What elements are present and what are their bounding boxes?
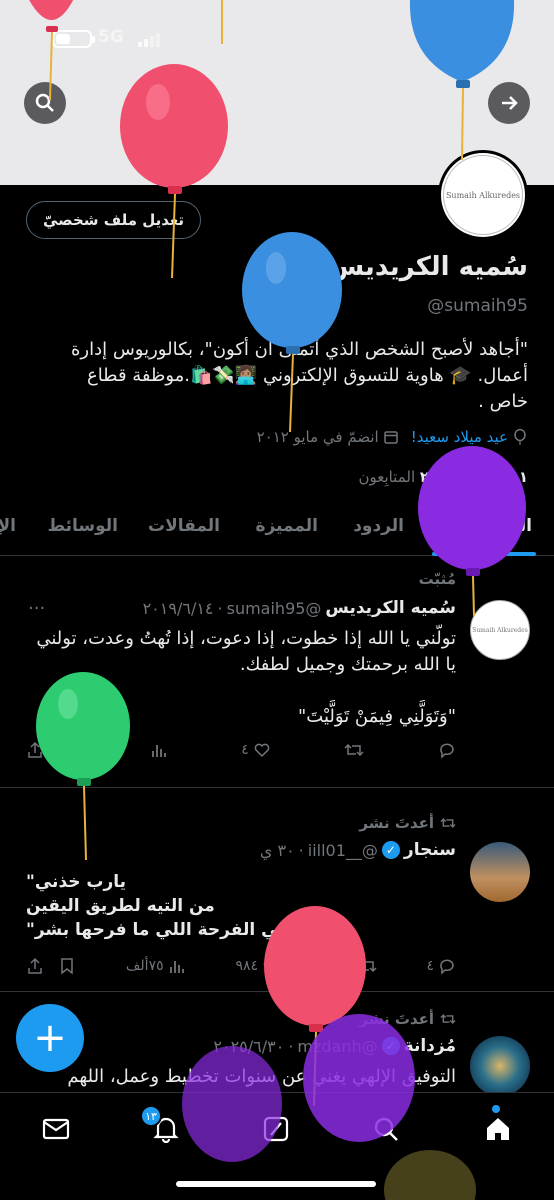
post-actions: ٤ xyxy=(26,738,456,762)
repost-count: ١٤٤ xyxy=(330,958,353,974)
verified-icon: ✓ xyxy=(381,1037,400,1055)
arrow-right-icon xyxy=(502,96,518,110)
post-date: ٢٠١٩/٦/١٤ xyxy=(142,598,214,618)
follow-stats: ٣٨١ متابَع ٢٨٩ المتابِعون xyxy=(358,468,528,486)
views-icon xyxy=(151,745,166,757)
followers-link[interactable]: ٢٨٩ المتابِعون xyxy=(358,468,447,486)
birthday-item[interactable]: عيد ميلاد سعيد! xyxy=(411,428,528,446)
post-handle: @sumaih95 xyxy=(226,598,322,618)
grok-icon xyxy=(263,1116,289,1142)
share-icon[interactable] xyxy=(26,741,44,759)
like-button[interactable]: ٤ xyxy=(241,741,271,759)
profile-bio: "أجاهد لأصبح الشخص الذي أتمنى أن أكون"، … xyxy=(70,339,528,412)
repost-label: أعدتَ نشر xyxy=(359,1010,434,1028)
balloon-icon xyxy=(514,429,526,445)
search-button[interactable] xyxy=(24,82,66,124)
repost-button[interactable]: ١٤٤ xyxy=(330,957,377,975)
views-button[interactable] xyxy=(150,741,168,759)
avatar[interactable] xyxy=(470,1036,530,1096)
profile-meta: عيد ميلاد سعيد! انضمّ في مايو ٢٠١٢ xyxy=(257,428,528,446)
verified-icon: ✓ xyxy=(381,841,400,859)
post-text: تولّني يا الله إذا خطوت، إذا دعوت، إذا ت… xyxy=(36,628,456,675)
repost-icon xyxy=(344,743,364,757)
repost-icon xyxy=(440,818,456,828)
heart-icon xyxy=(263,959,279,974)
nav-home[interactable] xyxy=(478,1109,518,1149)
post-handle: @__iill01 xyxy=(307,840,378,860)
post-text: التوفيق الإلهي يغني عن سنوات تخطيط وعمل،… xyxy=(67,1066,456,1087)
tab-likes[interactable]: الإ xyxy=(0,516,16,536)
tab-media[interactable]: الوسائط xyxy=(47,516,118,536)
profile-name: سُميه الكريديس xyxy=(328,252,528,282)
reply-icon xyxy=(440,959,454,975)
heart-icon xyxy=(254,743,270,758)
edit-profile-button[interactable]: تعديل ملف شخصيّ xyxy=(26,201,201,239)
bookmark-icon[interactable] xyxy=(58,741,76,759)
profile-handle: @sumaih95 xyxy=(427,296,528,316)
nav-search[interactable] xyxy=(366,1109,406,1149)
bookmark-icon[interactable] xyxy=(58,957,76,975)
repost-icon xyxy=(440,1014,456,1024)
home-icon xyxy=(487,1118,509,1140)
reply-button[interactable] xyxy=(438,741,456,759)
views-count: ٧٥ألف xyxy=(125,958,164,974)
nav-grok[interactable] xyxy=(256,1109,296,1149)
post-text: يارب خذني" من التيه لطريق اليقين واكتب ل… xyxy=(26,872,342,940)
joined-item: انضمّ في مايو ٢٠١٢ xyxy=(257,428,399,446)
back-button[interactable] xyxy=(488,82,530,124)
search-icon xyxy=(374,1117,398,1141)
tab-posts[interactable]: المنشورات xyxy=(441,516,532,536)
profile-avatar[interactable]: Sumaih Alkuredes xyxy=(438,150,528,240)
like-count: ٩٨٤ xyxy=(235,958,259,974)
repost-icon xyxy=(357,959,377,973)
more-icon[interactable]: ··· xyxy=(28,598,45,619)
post-repost[interactable]: أعدتَ نشر سنجار ✓ @__iill01 · ٣٠ ي يارب … xyxy=(0,788,554,992)
joined-label: انضمّ في مايو ٢٠١٢ xyxy=(256,428,379,446)
tab-articles[interactable]: المقالات xyxy=(148,516,220,536)
home-indicator xyxy=(176,1181,376,1187)
avatar[interactable]: Sumaih Alkuredes xyxy=(470,600,530,660)
birthday-label: عيد ميلاد سعيد! xyxy=(410,428,508,446)
views-button[interactable]: ٧٥ألف xyxy=(126,957,186,975)
post-author-name[interactable]: مُزدانة xyxy=(404,1036,456,1056)
post-pinned[interactable]: مُثبّت Sumaih Alkuredes سُميه الكريديس @… xyxy=(0,556,554,788)
mail-icon xyxy=(42,1118,70,1140)
battery-icon xyxy=(52,30,95,48)
following-link[interactable]: ٣٨١ متابَع xyxy=(466,468,528,486)
post-author-name[interactable]: سُميه الكريديس xyxy=(325,598,456,618)
plus-icon: + xyxy=(33,1015,67,1061)
pinned-label: مُثبّت xyxy=(418,570,456,588)
repost-button[interactable] xyxy=(344,741,364,759)
profile-tabs: المنشورات الردود المميزة المقالات الوسائ… xyxy=(0,504,554,556)
network-label: 5G xyxy=(98,27,124,47)
tab-highlights[interactable]: المميزة xyxy=(255,516,318,536)
home-unread-dot xyxy=(492,1105,500,1113)
search-icon xyxy=(35,93,54,112)
like-button[interactable]: ٩٨٤ xyxy=(236,957,281,975)
compose-button[interactable]: + xyxy=(16,1004,84,1072)
avatar-logo: Sumaih Alkuredes xyxy=(472,626,528,634)
reply-count: ٤ xyxy=(426,958,434,974)
signal-icon xyxy=(138,31,164,47)
post-date: ٣٠ ي xyxy=(259,840,295,860)
repost-label: أعدتَ نشر xyxy=(359,814,434,832)
nav-messages[interactable] xyxy=(36,1109,76,1149)
post-author-name[interactable]: سنجار xyxy=(404,840,456,860)
avatar[interactable] xyxy=(470,842,530,902)
reply-button[interactable]: ٤ xyxy=(426,957,456,975)
reply-icon xyxy=(440,743,454,759)
like-count: ٤ xyxy=(241,742,249,758)
tab-replies[interactable]: الردود xyxy=(353,516,404,536)
share-icon[interactable] xyxy=(26,957,44,975)
post-quote: "وَتَوَلَّنِي فِيمَنْ تَوَلَّيْتَ" xyxy=(298,706,456,727)
post-handle: @mzdanh xyxy=(297,1036,378,1056)
post-actions: ٤ ١٤٤ ٩٨٤ ٧٥ألف xyxy=(26,954,456,978)
avatar-logo: Sumaih Alkuredes xyxy=(443,155,523,235)
views-icon xyxy=(169,961,184,973)
calendar-icon xyxy=(383,431,398,444)
location-arrow-icon xyxy=(424,29,440,45)
post-date: ٢٠٢٥/٦/٣٠ xyxy=(213,1036,285,1056)
notification-badge: ١٣ xyxy=(140,1105,162,1127)
